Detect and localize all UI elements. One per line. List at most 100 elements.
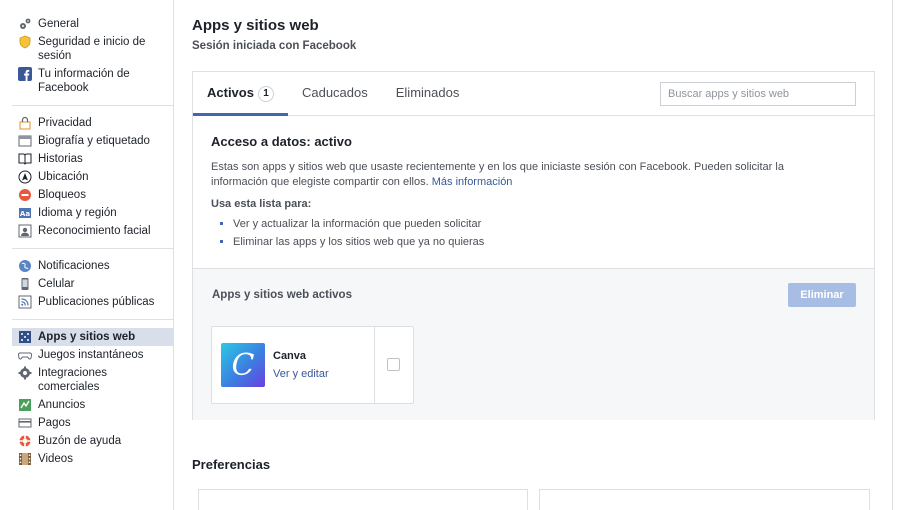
sidebar-item-lifebuoy[interactable]: Buzón de ayuda: [12, 432, 173, 450]
tab-label: Caducados: [301, 85, 368, 100]
preferences-title: Preferencias: [192, 457, 271, 472]
sidebar-item-label: Privacidad: [38, 117, 92, 129]
sidebar-item-timeline[interactable]: Biografía y etiquetado: [12, 132, 173, 150]
sidebar-item-film[interactable]: Videos: [12, 450, 173, 468]
sidebar-item-gears[interactable]: General: [12, 15, 173, 33]
tab-active[interactable]: Activos 1: [193, 72, 288, 116]
sidebar-item-gamepad[interactable]: Juegos instantáneos: [12, 346, 173, 364]
preference-card[interactable]: [539, 489, 870, 510]
sidebar-item-label: Notificaciones: [38, 260, 110, 272]
view-edit-link[interactable]: Ver y editar: [273, 368, 329, 380]
sidebar-item-gear[interactable]: Integraciones comerciales: [12, 364, 173, 396]
page-title: Apps y sitios web: [192, 17, 319, 34]
tab-expired[interactable]: Caducados: [288, 72, 382, 116]
sidebar-item-label: Videos: [38, 453, 73, 465]
app-card[interactable]: C Canva Ver y editar: [211, 326, 414, 404]
sidebar-divider: [12, 105, 173, 106]
card-icon: [18, 416, 32, 430]
sidebar-item-label: Idioma y región: [38, 207, 117, 219]
page-subtitle: Sesión iniciada con Facebook: [192, 40, 357, 52]
sidebar-item-label: Juegos instantáneos: [38, 349, 144, 361]
sidebar-item-card[interactable]: Pagos: [12, 414, 173, 432]
sidebar-item-label: Celular: [38, 278, 75, 290]
gear-icon: [18, 366, 32, 380]
info-list-title: Usa esta lista para:: [211, 198, 312, 210]
sidebar-item-label: General: [38, 18, 79, 30]
svg-text:Aa: Aa: [20, 210, 30, 218]
sidebar-group: Notificaciones Celular Publicaciones públi…: [0, 257, 173, 311]
sidebar-item-phone[interactable]: Celular: [12, 275, 173, 293]
sidebar-item-label: Biografía y etiquetado: [38, 135, 150, 147]
access-info: Acceso a datos: activo Estas son apps y …: [193, 116, 874, 268]
search-input[interactable]: [660, 82, 856, 106]
count-badge: 1: [257, 86, 274, 102]
active-apps-section: Apps y sitios web activos Eliminar C Can…: [193, 268, 874, 420]
apps-icon: [18, 330, 32, 344]
sidebar-divider: [12, 319, 173, 320]
face-icon: [18, 224, 32, 238]
location-icon: [18, 170, 32, 184]
ads-icon: [18, 398, 32, 412]
sidebar-item-label: Seguridad e inicio de sesión: [38, 36, 146, 62]
list-item: Eliminar las apps y los sitios web que y…: [211, 233, 856, 251]
sidebar-item-label: Historias: [38, 153, 83, 165]
sidebar-item-lock[interactable]: Privacidad: [12, 114, 173, 132]
sidebar-item-shield[interactable]: Seguridad e inicio de sesión: [12, 33, 173, 65]
timeline-icon: [18, 134, 32, 148]
film-icon: [18, 452, 32, 466]
sidebar-item-block[interactable]: Bloqueos: [12, 186, 173, 204]
sidebar-item-label: Apps y sitios web: [38, 331, 136, 343]
sidebar-item-face[interactable]: Reconocimiento facial: [12, 222, 173, 240]
sidebar-item-label: Integraciones comerciales: [38, 367, 108, 393]
sidebar-item-globe[interactable]: Notificaciones: [12, 257, 173, 275]
sidebar-item-label: Pagos: [38, 417, 71, 429]
shield-icon: [18, 35, 32, 49]
sidebar-item-label: Ubicación: [38, 171, 89, 183]
sidebar-item-label: Tu información de Facebook: [38, 68, 130, 94]
preference-card[interactable]: [198, 489, 528, 510]
info-title: Acceso a datos: activo: [211, 134, 352, 149]
sidebar-group: Apps y sitios web Juegos instantáneos Inte…: [0, 328, 173, 468]
apps-panel: Activos1 Caducados Eliminados Acceso a d…: [192, 71, 875, 420]
info-description: Estas son apps y sitios web que usaste r…: [211, 160, 841, 189]
facebook-icon: [18, 67, 32, 81]
learn-more-link[interactable]: Más información: [432, 176, 513, 188]
sidebar-item-facebook[interactable]: Tu información de Facebook: [12, 65, 173, 97]
sidebar-item-rss[interactable]: Publicaciones públicas: [12, 293, 173, 311]
sidebar-divider: [12, 248, 173, 249]
sidebar-item-language[interactable]: Aa Idioma y región: [12, 204, 173, 222]
sidebar-group: Privacidad Biografía y etiquetado Historia…: [0, 114, 173, 240]
sidebar-item-label: Publicaciones públicas: [38, 296, 155, 308]
language-icon: Aa: [18, 206, 32, 220]
sidebar-item-apps[interactable]: Apps y sitios web: [12, 328, 173, 346]
list-item: Ver y actualizar la información que pued…: [211, 215, 856, 233]
sidebar-group: General Seguridad e inicio de sesión Tu in…: [0, 15, 173, 97]
phone-icon: [18, 277, 32, 291]
globe-icon: [18, 259, 32, 273]
tab-bar: Activos 1 Caducados Eliminados: [193, 72, 874, 116]
lifebuoy-icon: [18, 434, 32, 448]
select-area: [374, 327, 413, 403]
app-checkbox[interactable]: [387, 358, 400, 371]
logo-letter: C: [231, 347, 255, 383]
sidebar-item-label: Anuncios: [38, 399, 86, 411]
app-name: Canva: [273, 350, 307, 362]
section-title: Apps y sitios web activos: [212, 289, 352, 301]
tab-label: Eliminados: [395, 85, 460, 100]
sidebar-item-label: Buzón de ayuda: [38, 435, 122, 447]
tab-label: Activos: [207, 85, 254, 100]
sidebar-item-book[interactable]: Historias: [12, 150, 173, 168]
sidebar-item-location[interactable]: Ubicación: [12, 168, 173, 186]
gears-icon: [18, 17, 32, 31]
gamepad-icon: [18, 348, 32, 362]
canva-logo[interactable]: C: [221, 343, 265, 387]
book-icon: [18, 152, 32, 166]
remove-button[interactable]: Eliminar: [788, 283, 856, 307]
tab-removed[interactable]: Eliminados: [382, 72, 474, 116]
sidebar-item-label: Reconocimiento facial: [38, 225, 151, 237]
lock-icon: [18, 116, 32, 130]
sidebar-item-label: Bloqueos: [38, 189, 86, 201]
block-icon: [18, 188, 32, 202]
settings-sidebar: General Seguridad e inicio de sesión Tu in…: [0, 0, 174, 510]
sidebar-item-ads[interactable]: Anuncios: [12, 396, 173, 414]
